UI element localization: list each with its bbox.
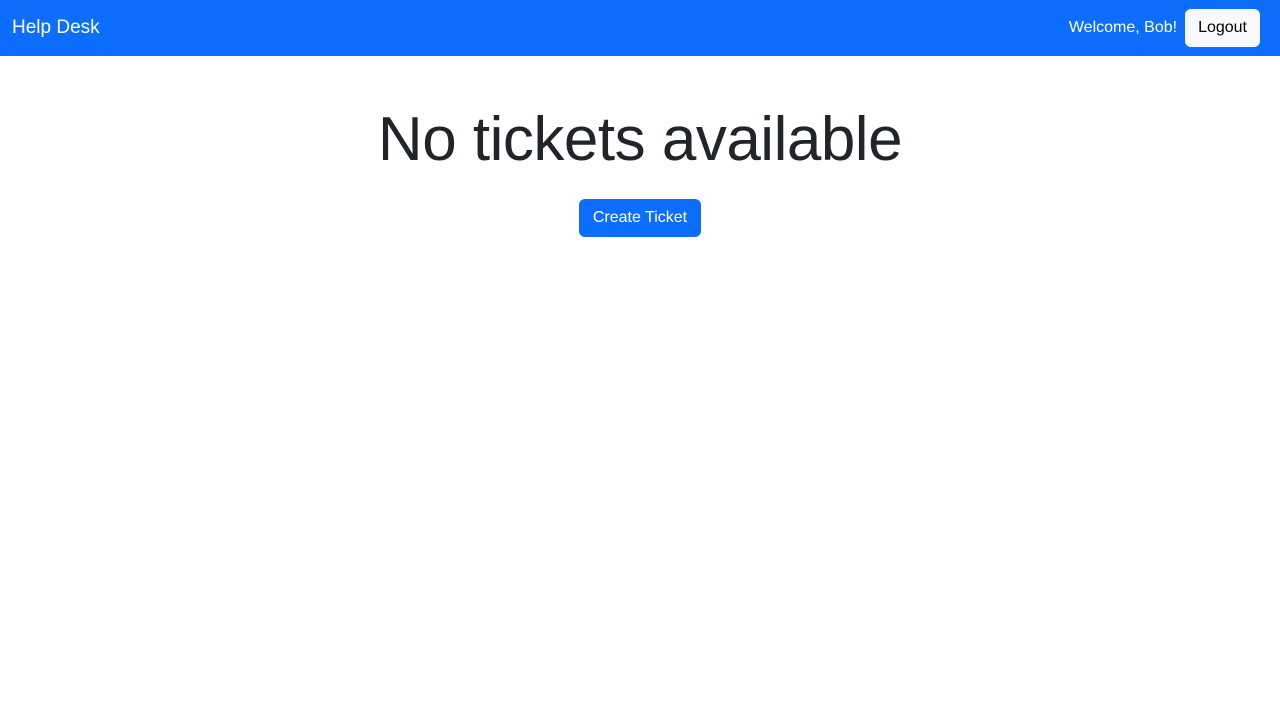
logout-button[interactable]: Logout bbox=[1185, 9, 1260, 47]
main-content: No tickets available Create Ticket bbox=[0, 56, 1280, 237]
empty-state-title: No tickets available bbox=[377, 105, 903, 174]
create-ticket-button[interactable]: Create Ticket bbox=[578, 199, 702, 237]
welcome-text: Welcome, Bob! bbox=[1068, 19, 1178, 36]
brand-link[interactable]: Help Desk bbox=[12, 0, 100, 56]
top-navbar: Help Desk Welcome, Bob! Logout bbox=[0, 0, 1280, 56]
navbar-user-area: Welcome, Bob! Logout bbox=[1069, 9, 1260, 47]
